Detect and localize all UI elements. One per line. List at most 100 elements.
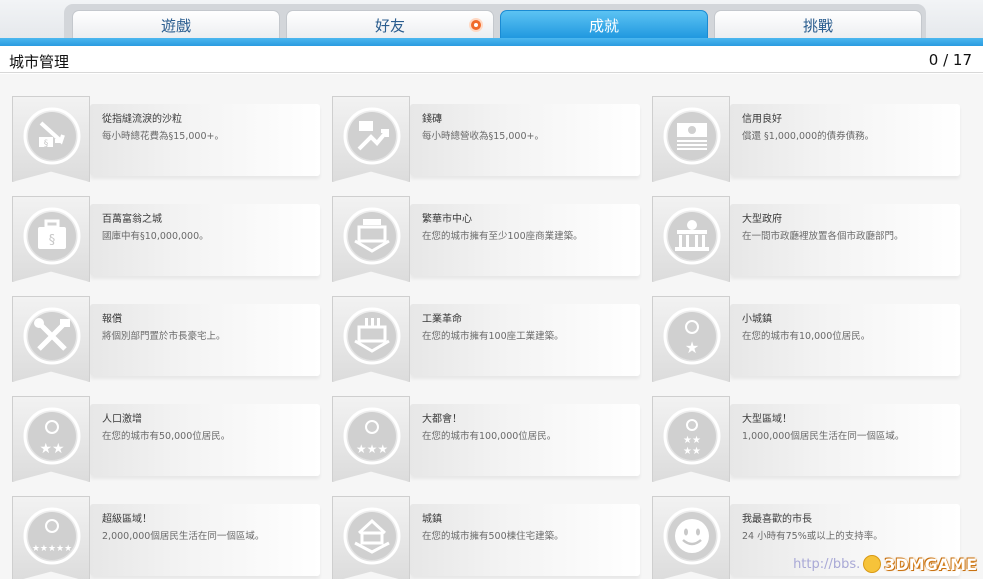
achievement-banner	[12, 296, 90, 382]
achievement-desc: 在您的城市擁有至少100座商業建築。	[422, 231, 583, 242]
achievement-banner	[332, 96, 410, 182]
achievement-card[interactable]: 信用良好 償還 §1,000,000的債券債務。	[652, 96, 960, 182]
achievement-name: 繁華市中心	[422, 214, 472, 225]
achievement-name: 工業革命	[422, 314, 462, 325]
achievement-desc: 每小時總營收為§15,000+。	[422, 131, 544, 142]
tab-bar: 遊戲 好友 成就 挑戰	[0, 0, 983, 46]
section-title: 城市管理	[9, 53, 70, 71]
achievement-desc: 償還 §1,000,000的債券債務。	[742, 131, 875, 142]
money-down-icon: §	[23, 107, 81, 165]
svg-text:★★★★★: ★★★★★	[32, 544, 72, 554]
watermark-logo: 3DMGAME	[884, 554, 977, 574]
achievement-desc: 每小時總花費為§15,000+。	[102, 131, 224, 142]
smiley-icon	[663, 507, 721, 565]
achievement-banner: §	[12, 196, 90, 282]
watermark-url: http://bbs.	[793, 556, 861, 572]
achievement-card[interactable]: § 百萬富翁之城 國庫中有§10,000,000。	[12, 196, 320, 282]
tab-challenges[interactable]: 挑戰	[714, 10, 922, 40]
achievement-desc: 在您的城市擁有100座工業建築。	[422, 331, 564, 342]
achievement-card[interactable]: ★★★ 大都會！ 在您的城市有100,000位居民。	[332, 396, 640, 482]
svg-text:★★: ★★	[39, 441, 64, 457]
achievement-card[interactable]: § 從指縫流淚的沙粒 每小時總花費為§15,000+。	[12, 96, 320, 182]
achievement-card[interactable]: ★ 小城鎮 在您的城市有10,000位居民。	[652, 296, 960, 382]
achievement-desc: 在一間市政廳裡放置各個市政廳部門。	[742, 231, 904, 242]
money-bag-icon: §	[23, 207, 81, 265]
city-hall-icon	[663, 207, 721, 265]
achievement-name: 超級區域！	[102, 514, 152, 525]
achievement-banner	[652, 196, 730, 282]
factory-icon	[343, 307, 401, 365]
achievement-name: 小城鎮	[742, 314, 772, 325]
achievement-desc: 在您的城市有10,000位居民。	[742, 331, 871, 342]
tab-underline	[0, 38, 983, 46]
tab-label: 挑戰	[802, 17, 833, 35]
achievement-count: 0 / 17	[928, 51, 972, 69]
achievement-card[interactable]: 繁華市中心 在您的城市擁有至少100座商業建築。	[332, 196, 640, 282]
svg-text:§: §	[49, 233, 56, 248]
one-star-icon: ★	[663, 307, 721, 365]
achievement-banner: ★★	[12, 396, 90, 482]
mascot-icon	[863, 555, 882, 573]
achievement-card[interactable]: ★★ ★★ 大型區域！ 1,000,000個居民生活在同一個區域。	[652, 396, 960, 482]
achievement-card[interactable]: 報償 將個別部門置於市長豪宅上。	[12, 296, 320, 382]
achievement-name: 我最喜歡的市長	[742, 514, 812, 525]
achievement-card[interactable]: ★★★★★ 超級區域！ 2,000,000個居民生活在同一個區域。	[12, 496, 320, 579]
achievement-banner	[332, 296, 410, 382]
achievement-card[interactable]: 城鎮 在您的城市擁有500棟住宅建築。	[332, 496, 640, 579]
section-header: 城市管理 0 / 17	[0, 46, 983, 73]
shop-icon	[343, 207, 401, 265]
tab-label: 好友	[374, 17, 405, 35]
svg-text:★: ★	[685, 338, 699, 357]
svg-text:§: §	[44, 139, 49, 149]
tab-achievements[interactable]: 成就	[500, 10, 708, 40]
achievement-name: 大型區域！	[742, 414, 792, 425]
achievement-banner: ★★★★★	[12, 496, 90, 579]
tab-label: 遊戲	[160, 17, 191, 35]
achievement-desc: 2,000,000個居民生活在同一個區域。	[102, 531, 265, 542]
achievement-name: 大都會！	[422, 414, 462, 425]
achievement-card[interactable]: 大型政府 在一間市政廳裡放置各個市政廳部門。	[652, 196, 960, 282]
achievement-desc: 1,000,000個居民生活在同一個區域。	[742, 431, 905, 442]
svg-text:★★★: ★★★	[356, 442, 388, 456]
achievement-banner: ★★ ★★	[652, 396, 730, 482]
tab-label: 成就	[588, 17, 619, 35]
achievement-desc: 在您的城市有100,000位居民。	[422, 431, 557, 442]
achievement-desc: 在您的城市擁有500棟住宅建築。	[422, 531, 564, 542]
achievement-card[interactable]: ★★ 人口激增 在您的城市有50,000位居民。	[12, 396, 320, 482]
tab-friends[interactable]: 好友	[286, 10, 494, 40]
achievement-banner	[652, 496, 730, 579]
five-star-icon: ★★★★★	[23, 507, 81, 565]
achievement-desc: 國庫中有§10,000,000。	[102, 231, 209, 242]
two-star-icon: ★★	[23, 407, 81, 465]
achievement-name: 百萬富翁之城	[102, 214, 162, 225]
tools-icon	[23, 307, 81, 365]
money-up-icon	[343, 107, 401, 165]
three-star-icon: ★★★	[343, 407, 401, 465]
achievement-card[interactable]: 工業革命 在您的城市擁有100座工業建築。	[332, 296, 640, 382]
house-icon	[343, 507, 401, 565]
watermark: http://bbs. 3DMGAME	[793, 553, 977, 575]
achievement-name: 大型政府	[742, 214, 782, 225]
achievement-name: 城鎮	[422, 514, 442, 525]
svg-text:★★: ★★	[683, 446, 701, 457]
achievement-desc: 在您的城市有50,000位居民。	[102, 431, 231, 442]
achievement-banner: ★★★	[332, 396, 410, 482]
notification-badge-icon	[469, 18, 483, 32]
achievement-name: 報償	[102, 314, 122, 325]
achievement-name: 人口激增	[102, 414, 142, 425]
achievement-banner	[332, 496, 410, 579]
achievement-banner	[332, 196, 410, 282]
achievement-name: 錢磚	[422, 114, 442, 125]
achievement-banner: ★	[652, 296, 730, 382]
tab-games[interactable]: 遊戲	[72, 10, 280, 40]
achievement-list[interactable]: § 從指縫流淚的沙粒 每小時總花費為§15,000+。 錢磚 每小時總營收為§1…	[0, 74, 983, 579]
achievement-card[interactable]: 錢磚 每小時總營收為§15,000+。	[332, 96, 640, 182]
svg-text:★★: ★★	[683, 435, 701, 446]
achievement-banner: §	[12, 96, 90, 182]
achievement-name: 從指縫流淚的沙粒	[102, 114, 182, 125]
achievement-banner	[652, 96, 730, 182]
achievement-desc: 將個別部門置於市長豪宅上。	[102, 331, 226, 342]
bond-icon	[663, 107, 721, 165]
four-star-icon: ★★ ★★	[663, 407, 721, 465]
achievement-name: 信用良好	[742, 114, 782, 125]
